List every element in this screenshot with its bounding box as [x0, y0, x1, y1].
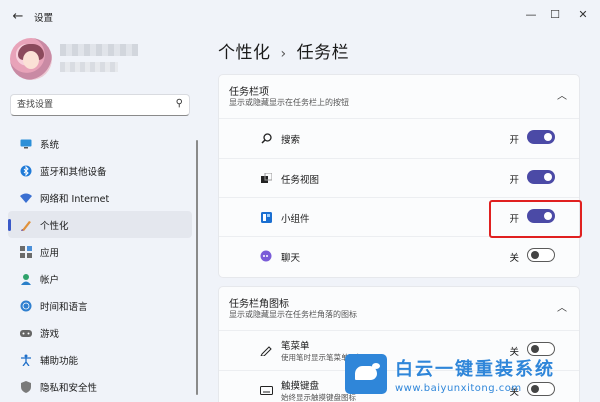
toggle-state-label: 开: [509, 135, 519, 146]
sidebar-item-apps[interactable]: 应用: [8, 238, 192, 265]
toggle-state-label: 关: [509, 253, 519, 264]
task-view-toggle[interactable]: [527, 170, 555, 184]
setting-row-task-view: 任务视图 开: [219, 158, 579, 197]
sidebar-item-accounts[interactable]: 帐户: [8, 265, 192, 292]
bird-logo-icon: [345, 354, 387, 394]
accessibility-icon: [19, 353, 32, 366]
keyboard-icon: [259, 383, 273, 397]
search-icon: [259, 131, 273, 145]
setting-label: 任务视图: [281, 175, 320, 186]
sidebar-item-label: 应用: [40, 247, 60, 259]
blurred-user-email: [60, 62, 118, 72]
breadcrumb: 个性化 › 任务栏: [218, 38, 349, 63]
app-title: 设置: [34, 13, 54, 24]
highlight-box: [489, 200, 582, 238]
sidebar-item-system[interactable]: 系统: [8, 130, 192, 157]
sidebar-item-time-language[interactable]: 时间和语言: [8, 292, 192, 319]
watermark-title: 白云一键重装系统: [395, 358, 555, 380]
apps-icon: [19, 245, 32, 258]
setting-label: 触摸键盘: [281, 381, 320, 392]
title-bar: ← 设置 — ☐ ✕: [0, 0, 600, 32]
search-input[interactable]: [17, 98, 167, 112]
search-icon[interactable]: ⚲: [176, 98, 183, 109]
maximize-button[interactable]: ☐: [542, 4, 568, 24]
close-button[interactable]: ✕: [570, 4, 596, 24]
sidebar-item-personalization[interactable]: 个性化: [8, 211, 192, 238]
back-arrow-icon[interactable]: ←: [8, 6, 28, 26]
chat-icon: [259, 249, 273, 263]
sidebar-item-network[interactable]: 网络和 Internet: [8, 184, 192, 211]
avatar: [10, 38, 52, 80]
breadcrumb-parent[interactable]: 个性化: [218, 43, 271, 63]
taskbar-items-section: 任务栏项 显示或隐藏显示在任务栏上的按钮 ︿ 搜索 开 任务视图 开 小组件 开…: [218, 74, 580, 278]
sidebar-item-privacy[interactable]: 隐私和安全性: [8, 373, 192, 400]
section-description: 显示或隐藏显示在任务栏上的按钮: [229, 98, 349, 107]
sidebar-item-label: 游戏: [40, 328, 60, 340]
section-header[interactable]: 任务栏角图标 显示或隐藏显示在任务栏角落的图标 ︿: [219, 287, 579, 331]
time-language-icon: [19, 299, 32, 312]
sidebar-item-label: 帐户: [40, 274, 60, 286]
watermark: 白云一键重装系统 www.baiyunxitong.com: [345, 352, 595, 396]
setting-label: 搜索: [281, 135, 301, 146]
chat-toggle[interactable]: [527, 248, 555, 262]
sidebar-item-label: 辅助功能: [40, 355, 79, 367]
blurred-user-name: [60, 44, 138, 56]
sidebar-scrollbar[interactable]: [196, 140, 198, 395]
account-icon: [19, 272, 32, 285]
sidebar-item-gaming[interactable]: 游戏: [8, 319, 192, 346]
sidebar-item-label: 网络和 Internet: [40, 193, 110, 205]
bluetooth-icon: [19, 164, 32, 177]
gaming-icon: [19, 326, 32, 339]
pen-icon: [259, 343, 273, 357]
chevron-up-icon[interactable]: ︿: [557, 299, 567, 314]
minimize-button[interactable]: —: [518, 4, 544, 24]
setting-label: 笔菜单: [281, 341, 310, 352]
privacy-icon: [19, 380, 32, 393]
page-title: 任务栏: [296, 43, 350, 63]
system-icon: [19, 137, 32, 150]
setting-row-search: 搜索 开: [219, 119, 579, 158]
setting-label: 小组件: [281, 214, 310, 225]
sidebar-item-label: 时间和语言: [40, 301, 88, 313]
toggle-state-label: 开: [509, 175, 519, 186]
personalization-icon: [19, 218, 32, 231]
sidebar-item-label: 蓝牙和其他设备: [40, 166, 107, 178]
sidebar-item-bluetooth[interactable]: 蓝牙和其他设备: [8, 157, 192, 184]
breadcrumb-separator: ›: [280, 46, 287, 62]
search-toggle[interactable]: [527, 130, 555, 144]
sidebar-item-label: 隐私和安全性: [40, 382, 98, 394]
section-title: 任务栏角图标: [229, 299, 289, 310]
setting-label: 聊天: [281, 253, 301, 264]
chevron-up-icon[interactable]: ︿: [557, 87, 567, 102]
section-title: 任务栏项: [229, 87, 269, 98]
section-header[interactable]: 任务栏项 显示或隐藏显示在任务栏上的按钮 ︿: [219, 75, 579, 119]
sidebar-nav: 系统 蓝牙和其他设备 网络和 Internet 个性化 应用 帐户 时间和语言 …: [8, 130, 192, 400]
sidebar-item-label: 系统: [40, 139, 60, 151]
task-view-icon: [259, 171, 273, 185]
sidebar-item-label: 个性化: [40, 220, 69, 232]
widgets-icon: [259, 210, 273, 224]
section-description: 显示或隐藏显示在任务栏角落的图标: [229, 310, 357, 319]
setting-row-chat: 聊天 关: [219, 236, 579, 275]
sidebar-item-accessibility[interactable]: 辅助功能: [8, 346, 192, 373]
watermark-url: www.baiyunxitong.com: [395, 382, 522, 394]
search-box[interactable]: ⚲: [10, 94, 190, 116]
network-icon: [19, 191, 32, 204]
